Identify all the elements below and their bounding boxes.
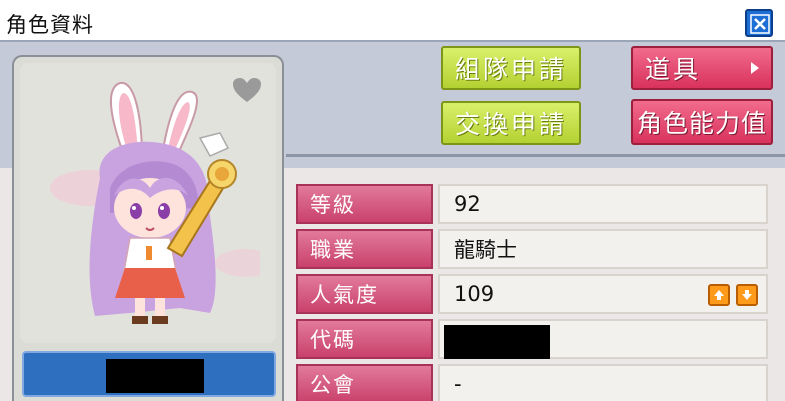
guild-value: - <box>438 364 768 401</box>
code-label: 代碼 <box>296 319 433 359</box>
info-row-guild: 公會 - <box>296 364 768 401</box>
info-row-fame: 人氣度 109 <box>296 274 768 314</box>
fame-down-button[interactable] <box>736 284 758 306</box>
level-value: 92 <box>438 184 768 224</box>
code-value <box>444 325 550 359</box>
window-title: 角色資料 <box>6 13 94 37</box>
title-bar: 角色資料 <box>0 0 785 42</box>
ability-button[interactable]: 角色能力值 <box>631 99 773 145</box>
character-sprite <box>50 81 260 324</box>
guild-label: 公會 <box>296 364 433 401</box>
items-button-label: 道具 <box>645 55 702 84</box>
arrow-down-icon <box>742 290 752 300</box>
fame-label: 人氣度 <box>296 274 433 314</box>
info-row-job: 職業 龍騎士 <box>296 229 768 269</box>
party-request-button[interactable]: 組隊申請 <box>441 46 581 90</box>
divider <box>286 154 785 157</box>
level-label: 等級 <box>296 184 433 224</box>
character-name-bar <box>22 351 276 397</box>
items-button[interactable]: 道具 <box>631 46 773 90</box>
fame-value: 109 <box>454 282 495 306</box>
code-value-box <box>438 319 768 359</box>
trade-request-button[interactable]: 交換申請 <box>441 101 581 145</box>
chevron-right-icon <box>751 62 759 74</box>
character-info-window: 角色資料 組隊申請 交換申請 道具 角色能力值 等級 92 職業 龍騎士 人氣度… <box>0 0 785 401</box>
fame-value-box: 109 <box>438 274 768 314</box>
character-name <box>106 359 204 393</box>
job-value: 龍騎士 <box>438 229 768 269</box>
fame-up-button[interactable] <box>708 284 730 306</box>
character-portrait <box>20 63 276 343</box>
job-label: 職業 <box>296 229 433 269</box>
info-row-level: 等級 92 <box>296 184 768 224</box>
close-icon <box>750 14 770 34</box>
arrow-up-icon <box>714 290 724 300</box>
info-row-code: 代碼 <box>296 319 768 359</box>
close-button[interactable] <box>745 9 773 37</box>
character-portrait-frame <box>12 55 284 401</box>
